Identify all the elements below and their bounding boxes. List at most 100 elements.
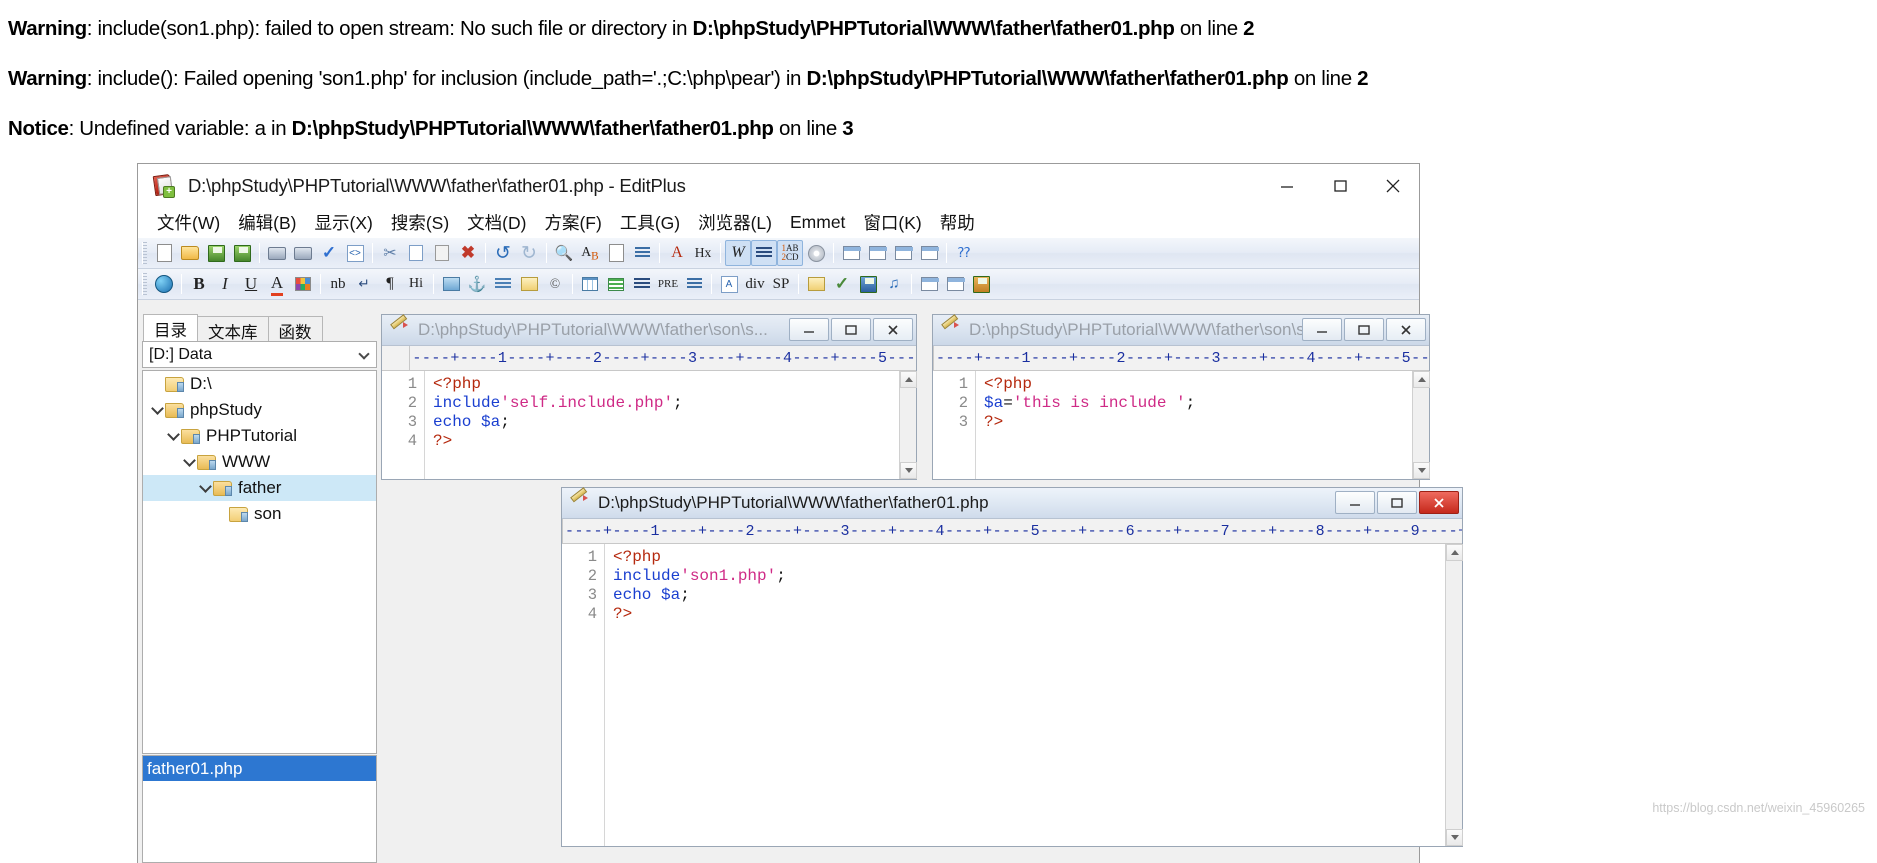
help-icon[interactable]: ⁇: [951, 240, 977, 266]
print-preview-icon[interactable]: [264, 240, 290, 266]
scroll-up-icon[interactable]: [900, 371, 917, 388]
tree-item-phpStudy[interactable]: phpStudy: [143, 397, 376, 423]
font-color-icon[interactable]: A: [264, 271, 290, 297]
child-minimize-icon[interactable]: [789, 318, 829, 341]
scroll-up-icon[interactable]: [1446, 544, 1463, 561]
new-file-icon[interactable]: [151, 240, 177, 266]
child-minimize-icon[interactable]: [1335, 491, 1375, 514]
code-content[interactable]: <?php include'son1.php'; echo $a; ?>: [605, 544, 1462, 846]
find-replace-icon[interactable]: AB: [577, 240, 603, 266]
paste-icon[interactable]: [429, 240, 455, 266]
child-title-bar[interactable]: D:\phpStudy\PHPTutorial\WWW\father\fathe…: [562, 488, 1462, 519]
auto-indent-icon[interactable]: [751, 240, 777, 266]
table-row-icon[interactable]: [603, 271, 629, 297]
child-maximize-icon[interactable]: [831, 318, 871, 341]
menu-item-搜索s[interactable]: 搜索(S): [382, 208, 458, 237]
vertical-scrollbar[interactable]: [1412, 371, 1430, 479]
code-editor[interactable]: 1234 <?php include'son1.php'; echo $a; ?>: [562, 544, 1462, 846]
horizontal-rule-icon[interactable]: [490, 271, 516, 297]
save-template-icon[interactable]: [855, 271, 881, 297]
child-title-bar[interactable]: D:\phpStudy\PHPTutorial\WWW\father\son\s…: [382, 315, 916, 346]
toolbar-grip[interactable]: [142, 273, 147, 295]
menu-item-窗口k[interactable]: 窗口(K): [854, 208, 930, 237]
menu-item-编辑b[interactable]: 编辑(B): [229, 208, 305, 237]
sound-icon[interactable]: ♫: [881, 271, 907, 297]
menu-item-帮助[interactable]: 帮助: [931, 208, 984, 237]
pre-icon[interactable]: PRE: [655, 271, 681, 297]
view-source-icon[interactable]: <>: [342, 240, 368, 266]
underline-icon[interactable]: U: [238, 271, 264, 297]
sidebar-tab-函数[interactable]: 函数: [267, 316, 323, 342]
scroll-down-icon[interactable]: [1446, 829, 1463, 846]
close-icon[interactable]: [1366, 164, 1419, 208]
tree-item-WWW[interactable]: WWW: [143, 449, 376, 475]
vertical-scrollbar[interactable]: [1445, 544, 1463, 846]
menu-item-显示x[interactable]: 显示(X): [306, 208, 382, 237]
tree-item-PHPTutorial[interactable]: PHPTutorial: [143, 423, 376, 449]
anchor-icon[interactable]: ⚓: [464, 271, 490, 297]
child-close-icon[interactable]: [873, 318, 913, 341]
chevron-down-icon[interactable]: [149, 401, 165, 415]
sidebar-tab-目录[interactable]: 目录: [143, 314, 198, 341]
tree-item-D[interactable]: D:\: [143, 371, 376, 397]
table-cell-icon[interactable]: [629, 271, 655, 297]
redo-icon[interactable]: ↻: [516, 240, 542, 266]
find-icon[interactable]: 🔍: [551, 240, 577, 266]
file-list-item[interactable]: father01.php: [143, 756, 376, 781]
chevron-down-icon[interactable]: [165, 427, 181, 441]
menu-item-emmet[interactable]: Emmet: [781, 210, 854, 235]
menu-item-文件w[interactable]: 文件(W): [148, 208, 229, 237]
chevron-down-icon[interactable]: [197, 479, 213, 493]
window-tile-icon[interactable]: [838, 240, 864, 266]
window-split-icon[interactable]: [890, 240, 916, 266]
menu-item-方案f[interactable]: 方案(F): [535, 208, 610, 237]
goto-line-icon[interactable]: [629, 240, 655, 266]
font-tag-icon[interactable]: A: [716, 271, 742, 297]
div-icon[interactable]: div: [742, 271, 768, 297]
ftp-upload-icon[interactable]: [942, 271, 968, 297]
color-palette-icon[interactable]: [290, 271, 316, 297]
nbsp-icon[interactable]: nb: [325, 271, 351, 297]
code-content[interactable]: <?php include'self.include.php'; echo $a;?…: [425, 371, 916, 479]
undo-icon[interactable]: ↺: [490, 240, 516, 266]
tree-item-father[interactable]: father: [143, 475, 376, 501]
paragraph-icon[interactable]: ¶: [377, 271, 403, 297]
save-all-icon[interactable]: [229, 240, 255, 266]
toolbar-grip[interactable]: [142, 242, 147, 264]
maximize-icon[interactable]: [1313, 164, 1366, 208]
font-icon[interactable]: A: [664, 240, 690, 266]
spellcheck-icon[interactable]: ✓: [316, 240, 342, 266]
heading-icon[interactable]: Hi: [403, 271, 429, 297]
preferences-icon[interactable]: [803, 240, 829, 266]
child-minimize-icon[interactable]: [1302, 318, 1342, 341]
scroll-down-icon[interactable]: [1413, 462, 1430, 479]
browser-preview-icon[interactable]: [151, 271, 177, 297]
menu-item-文档d[interactable]: 文档(D): [458, 208, 535, 237]
image-icon[interactable]: [438, 271, 464, 297]
word-wrap-icon[interactable]: W: [725, 240, 751, 266]
hex-viewer-icon[interactable]: Hx: [690, 240, 716, 266]
code-editor[interactable]: 123 <?php $a='this is include '; ?>: [933, 371, 1429, 479]
line-numbers-icon[interactable]: 1AB 2CD: [777, 240, 803, 266]
scroll-up-icon[interactable]: [1413, 371, 1430, 388]
open-folder-icon[interactable]: [177, 240, 203, 266]
list-icon[interactable]: [681, 271, 707, 297]
sidebar-tab-文本库[interactable]: 文本库: [197, 316, 269, 342]
tree-item-son[interactable]: son: [143, 501, 376, 527]
scroll-down-icon[interactable]: [900, 462, 917, 479]
child-maximize-icon[interactable]: [1377, 491, 1417, 514]
cut-icon[interactable]: ✂: [377, 240, 403, 266]
form-icon[interactable]: [516, 271, 542, 297]
code-content[interactable]: <?php $a='this is include '; ?>: [976, 371, 1429, 479]
drive-selector[interactable]: [D:] Data: [142, 341, 377, 368]
child-close-icon[interactable]: [1419, 491, 1459, 514]
save-icon[interactable]: [203, 240, 229, 266]
line-break-icon[interactable]: ↵: [351, 271, 377, 297]
copy-icon[interactable]: [403, 240, 429, 266]
menu-item-浏览器l[interactable]: 浏览器(L): [689, 208, 781, 237]
bold-icon[interactable]: B: [186, 271, 212, 297]
minimize-icon[interactable]: [1260, 164, 1313, 208]
code-editor[interactable]: 1234 <?php include'self.include.php'; echo…: [382, 371, 916, 479]
vertical-scrollbar[interactable]: [899, 371, 917, 479]
chevron-down-icon[interactable]: [181, 453, 197, 467]
